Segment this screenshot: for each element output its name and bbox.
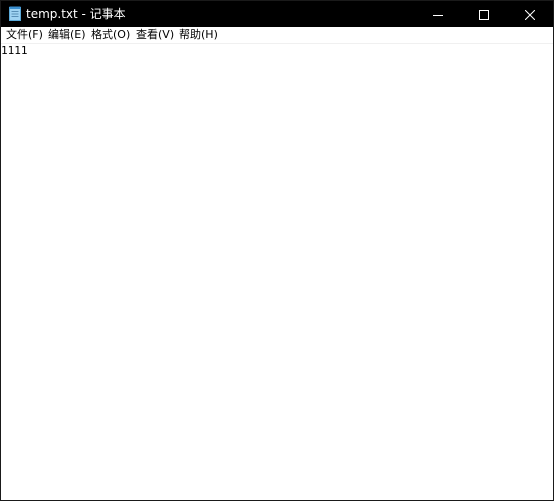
menu-file[interactable]: 文件(F) — [6, 28, 43, 42]
minimize-button[interactable] — [415, 1, 461, 27]
title-bar[interactable]: temp.txt - 记事本 — [1, 1, 553, 27]
notepad-icon — [9, 6, 21, 21]
minimize-icon — [433, 5, 443, 24]
menu-edit[interactable]: 编辑(E) — [48, 28, 86, 42]
editor-content: 1111 — [1, 44, 28, 57]
notepad-window: temp.txt - 记事本 文件(F) 编辑(E) 格式(O) 查看(V) 帮… — [0, 0, 554, 501]
menu-bar: 文件(F) 编辑(E) 格式(O) 查看(V) 帮助(H) — [1, 27, 553, 43]
text-editor[interactable]: 1111 — [1, 43, 553, 500]
close-button[interactable] — [507, 1, 553, 27]
close-icon — [524, 5, 536, 24]
menu-format[interactable]: 格式(O) — [91, 28, 130, 42]
window-title: temp.txt - 记事本 — [26, 7, 126, 21]
maximize-icon — [479, 5, 489, 24]
maximize-button[interactable] — [461, 1, 507, 27]
menu-view[interactable]: 查看(V) — [136, 28, 174, 42]
menu-help[interactable]: 帮助(H) — [179, 28, 218, 42]
